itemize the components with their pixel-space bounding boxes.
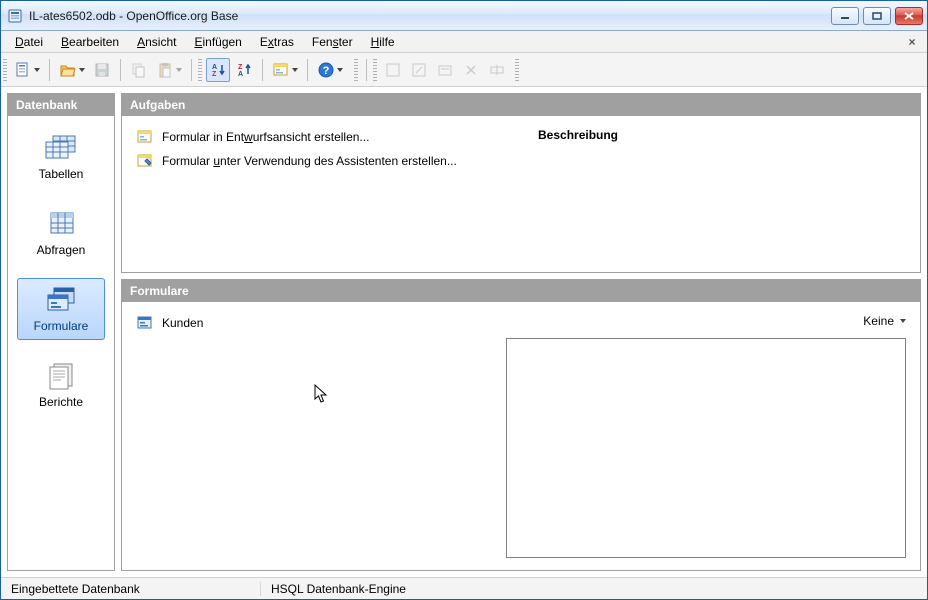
- menu-einfuegen[interactable]: Einfügen: [186, 33, 249, 51]
- titlebar: IL-ates6502.odb - OpenOffice.org Base: [1, 1, 927, 31]
- queries-icon: [42, 209, 80, 239]
- form-item-label: Kunden: [162, 316, 203, 330]
- svg-text:A: A: [238, 71, 243, 78]
- form-rename-button[interactable]: [485, 58, 509, 82]
- form-wizard-icon: [136, 152, 154, 170]
- toolbar-separator: [49, 59, 50, 81]
- statusbar: Eingebettete Datenbank HSQL Datenbank-En…: [1, 577, 927, 599]
- sidebar-item-formulare[interactable]: Formulare: [17, 278, 105, 340]
- sidebar-item-abfragen[interactable]: Abfragen: [17, 202, 105, 264]
- close-button[interactable]: [895, 7, 923, 25]
- window-controls: [831, 7, 923, 25]
- menu-hilfe[interactable]: Hilfe: [363, 33, 403, 51]
- svg-text:Z: Z: [212, 71, 217, 78]
- dropdown-arrow-icon: [900, 319, 906, 323]
- open-button[interactable]: [56, 58, 88, 82]
- sidebar-header: Datenbank: [8, 94, 114, 116]
- status-engine: HSQL Datenbank-Engine: [261, 582, 416, 596]
- tasks-header: Aufgaben: [122, 94, 920, 116]
- menu-datei[interactable]: Datei: [7, 33, 51, 51]
- dropdown-arrow-icon: [292, 68, 298, 72]
- sidebar-item-berichte[interactable]: Berichte: [17, 354, 105, 416]
- toolbar-grip: [3, 59, 7, 81]
- reports-icon: [42, 361, 80, 391]
- form-open-button[interactable]: [433, 58, 457, 82]
- view-mode-selector[interactable]: Keine: [506, 314, 906, 338]
- preview-box: [506, 338, 906, 558]
- sidebar-item-tabellen[interactable]: Tabellen: [17, 126, 105, 188]
- menubar: Datei Bearbeiten Ansicht Einfügen Extras…: [1, 31, 927, 53]
- toolbar-grip: [354, 59, 358, 81]
- status-db-type: Eingebettete Datenbank: [1, 582, 261, 596]
- minimize-button[interactable]: [831, 7, 859, 25]
- form-new-button[interactable]: [381, 58, 405, 82]
- menu-bearbeiten[interactable]: Bearbeiten: [53, 33, 127, 51]
- form-delete-button[interactable]: [459, 58, 483, 82]
- toolbar: AZ ZA ?: [1, 53, 927, 87]
- sidebar: Datenbank Tabellen Abfragen Formulare: [7, 93, 115, 571]
- sidebar-body: Tabellen Abfragen Formulare Berichte: [8, 116, 114, 570]
- description-label: Beschreibung: [538, 128, 618, 142]
- form-design-icon: [136, 128, 154, 146]
- tasks-description: Beschreibung: [526, 128, 906, 260]
- maximize-button[interactable]: [863, 7, 891, 25]
- sidebar-item-label: Abfragen: [37, 243, 86, 257]
- forms-icon: [42, 285, 80, 315]
- sidebar-item-label: Formulare: [34, 319, 89, 333]
- toolbar-separator: [262, 59, 263, 81]
- app-icon: [7, 8, 23, 24]
- forms-header: Formulare: [122, 280, 920, 302]
- svg-text:A: A: [212, 64, 217, 71]
- sidebar-item-label: Tabellen: [39, 167, 84, 181]
- tables-icon: [42, 133, 80, 163]
- toolbar-separator: [191, 59, 192, 81]
- forms-panel: Formulare Kunden Keine: [121, 279, 921, 571]
- form-edit-button[interactable]: [407, 58, 431, 82]
- task-create-design[interactable]: Formular in Entwurfsansicht erstellen...: [136, 128, 526, 146]
- task-create-wizard[interactable]: Formular unter Verwendung des Assistente…: [136, 152, 526, 170]
- form-icon: [136, 314, 154, 332]
- sort-asc-button[interactable]: AZ: [206, 58, 230, 82]
- svg-text:?: ?: [323, 65, 330, 77]
- tasks-panel: Aufgaben Formular in Entwurfsansicht ers…: [121, 93, 921, 273]
- forms-list: Kunden: [136, 314, 506, 558]
- save-button[interactable]: [90, 58, 114, 82]
- new-doc-button[interactable]: [11, 58, 43, 82]
- toolbar-grip: [198, 59, 202, 81]
- tasks-list: Formular in Entwurfsansicht erstellen...…: [136, 128, 526, 260]
- content-area: Datenbank Tabellen Abfragen Formulare: [1, 87, 927, 577]
- forms-preview-pane: Keine: [506, 314, 906, 558]
- help-button[interactable]: ?: [314, 58, 346, 82]
- copy-button[interactable]: [127, 58, 151, 82]
- sort-desc-button[interactable]: ZA: [232, 58, 256, 82]
- menu-ansicht[interactable]: Ansicht: [129, 33, 184, 51]
- sidebar-item-label: Berichte: [39, 395, 83, 409]
- toolbar-separator: [366, 59, 367, 81]
- dropdown-arrow-icon: [34, 68, 40, 72]
- toolbar-grip: [373, 59, 377, 81]
- form-button[interactable]: [269, 58, 301, 82]
- view-mode-label: Keine: [863, 314, 894, 328]
- toolbar-separator: [307, 59, 308, 81]
- svg-text:Z: Z: [238, 64, 243, 71]
- dropdown-arrow-icon: [176, 68, 182, 72]
- window-title: IL-ates6502.odb - OpenOffice.org Base: [29, 9, 831, 23]
- main-panels: Aufgaben Formular in Entwurfsansicht ers…: [121, 93, 921, 571]
- menu-close-icon[interactable]: ×: [903, 34, 921, 50]
- dropdown-arrow-icon: [79, 68, 85, 72]
- form-item-kunden[interactable]: Kunden: [136, 314, 506, 332]
- toolbar-grip: [515, 59, 519, 81]
- toolbar-separator: [120, 59, 121, 81]
- menu-fenster[interactable]: Fenster: [304, 33, 361, 51]
- menu-extras[interactable]: Extras: [252, 33, 302, 51]
- paste-button[interactable]: [153, 58, 185, 82]
- dropdown-arrow-icon: [337, 68, 343, 72]
